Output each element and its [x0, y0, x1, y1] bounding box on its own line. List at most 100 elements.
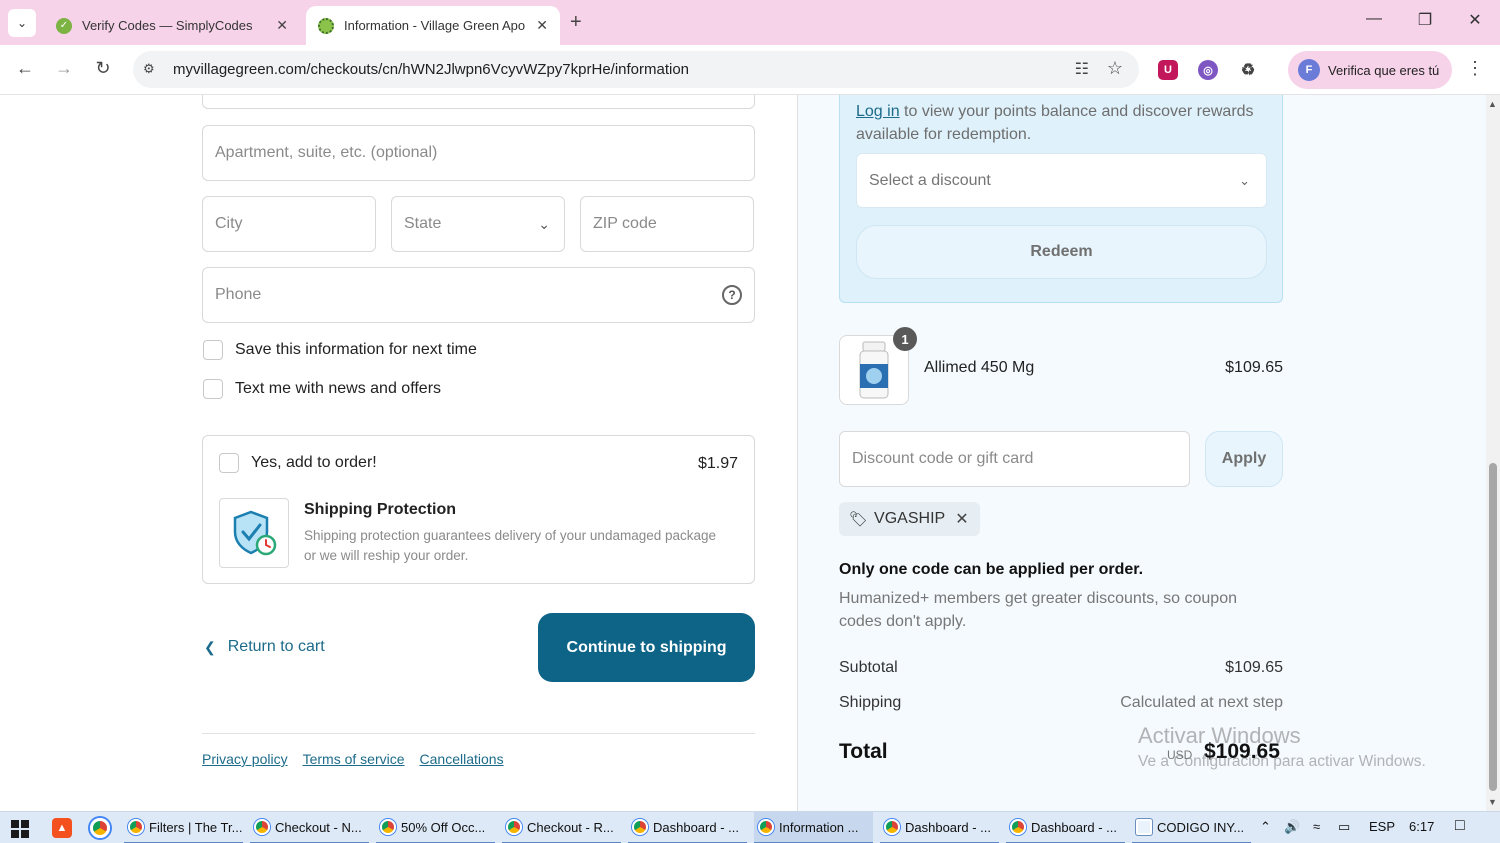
wifi-icon[interactable]: ≈: [1313, 819, 1320, 834]
restore-icon[interactable]: ❐: [1413, 10, 1437, 30]
browser-tab-information[interactable]: Information - Village Green Apo ✕: [306, 6, 560, 45]
extensions-puzzle-icon[interactable]: ♻: [1238, 60, 1258, 80]
chrome-icon: [632, 819, 648, 835]
chevron-down-icon: ⌄: [538, 215, 550, 232]
save-info-checkbox[interactable]: [203, 340, 223, 360]
taskbar-item[interactable]: Dashboard - ...: [880, 812, 999, 843]
add-protection-checkbox[interactable]: [219, 453, 239, 473]
checkout-page: Apartment, suite, etc. (optional) City S…: [0, 95, 1486, 811]
tray-chevron-up-icon[interactable]: ⌃: [1260, 819, 1271, 835]
taskbar-item[interactable]: Filters | The Tr...: [124, 812, 243, 843]
apartment-field[interactable]: Apartment, suite, etc. (optional): [202, 125, 755, 181]
windows-activation-watermark-text: Ve a Configuración para activar Windows.: [1138, 753, 1426, 770]
tab-close-icon[interactable]: ✕: [536, 17, 548, 34]
address-bar[interactable]: ⚙ myvillagegreen.com/checkouts/cn/hWN2Jl…: [133, 51, 1139, 88]
shield-check-icon: [233, 510, 277, 556]
redeem-button[interactable]: Redeem: [856, 225, 1267, 279]
site-settings-icon[interactable]: ⚙: [143, 61, 155, 77]
windows-start-icon[interactable]: [11, 820, 29, 838]
subtotal-value: $109.65: [1225, 659, 1283, 676]
return-to-cart-label: Return to cart: [227, 638, 325, 655]
language-indicator[interactable]: ESP: [1369, 819, 1395, 834]
quantity-badge: 1: [893, 327, 917, 351]
url-text[interactable]: myvillagegreen.com/checkouts/cn/hWN2Jlwp…: [173, 61, 689, 78]
state-select[interactable]: State ⌄: [391, 196, 565, 252]
subtotal-label: Subtotal: [839, 659, 898, 676]
battery-icon[interactable]: ▭: [1338, 819, 1350, 835]
forward-arrow-icon[interactable]: →: [52, 58, 76, 79]
taskbar-item[interactable]: 50% Off Occ...: [376, 812, 495, 843]
applied-code: VGASHIP: [874, 510, 946, 527]
browser-tab-simplycodes[interactable]: ✓ Verify Codes — SimplyCodes ✕: [44, 6, 300, 45]
login-link[interactable]: Log in: [856, 103, 900, 120]
avatar: F: [1298, 59, 1320, 81]
state-placeholder: State: [404, 215, 442, 232]
taskbar-item[interactable]: Checkout - N...: [250, 812, 369, 843]
discount-select[interactable]: Select a discount ⌄: [856, 153, 1267, 208]
city-field[interactable]: City: [202, 196, 376, 252]
page-scrollbar[interactable]: ▲ ▼: [1486, 95, 1500, 811]
cancellations-link[interactable]: Cancellations: [420, 751, 504, 767]
chrome-icon: [1010, 819, 1026, 835]
text-me-checkbox[interactable]: [203, 379, 223, 399]
taskbar-item[interactable]: Dashboard - ...: [1006, 812, 1125, 843]
minimize-icon[interactable]: —: [1362, 10, 1386, 28]
footer-divider: [202, 733, 755, 734]
scrollbar-thumb[interactable]: [1489, 463, 1497, 791]
bookmark-star-icon[interactable]: ☆: [1107, 58, 1123, 79]
discount-select-placeholder: Select a discount: [869, 171, 991, 189]
ai-extension-icon[interactable]: ◎: [1198, 60, 1218, 80]
tag-icon: 🏷: [849, 511, 869, 528]
scroll-up-arrow-icon[interactable]: ▲: [1488, 99, 1497, 109]
taskbar-item-active[interactable]: Information ...: [754, 812, 873, 843]
chrome-icon: [884, 819, 900, 835]
chrome-icon[interactable]: [90, 818, 110, 838]
add-protection-row[interactable]: Yes, add to order!: [219, 453, 377, 473]
terms-of-service-link[interactable]: Terms of service: [303, 751, 405, 767]
zip-field[interactable]: ZIP code: [580, 196, 754, 252]
tab-close-icon[interactable]: ✕: [276, 17, 288, 34]
zip-placeholder: ZIP code: [593, 215, 657, 232]
sun-logo-icon: [318, 17, 334, 34]
scroll-down-arrow-icon[interactable]: ▼: [1488, 797, 1497, 807]
text-me-checkbox-row[interactable]: Text me with news and offers: [203, 379, 441, 399]
back-arrow-icon[interactable]: ←: [13, 58, 37, 79]
taskbar-item-label: Dashboard - ...: [1031, 819, 1117, 835]
discount-placeholder: Discount code or gift card: [852, 450, 1034, 467]
continue-to-shipping-button[interactable]: Continue to shipping: [538, 613, 755, 682]
address-field[interactable]: [202, 95, 755, 109]
speaker-icon[interactable]: 🔊: [1284, 819, 1300, 835]
rewards-message: Log in to view your points balance and d…: [856, 100, 1256, 146]
browser-menu-icon[interactable]: ⋮: [1466, 58, 1484, 79]
taskbar-item[interactable]: CODIGO INY...: [1132, 812, 1251, 843]
reload-icon[interactable]: ↻: [91, 58, 115, 79]
window-close-icon[interactable]: ✕: [1463, 10, 1487, 30]
taskbar-item-label: Information ...: [779, 819, 859, 835]
close-icon[interactable]: ✕: [955, 509, 968, 529]
taskbar-item-label: Dashboard - ...: [905, 819, 991, 835]
new-tab-plus-icon[interactable]: +: [570, 11, 582, 34]
tab-search-chevron-icon[interactable]: ⌄: [8, 9, 36, 37]
phone-field[interactable]: Phone ?: [202, 267, 755, 323]
notifications-icon[interactable]: □: [1455, 817, 1465, 835]
shield-extension-icon[interactable]: U: [1158, 60, 1178, 80]
return-to-cart-link[interactable]: ❮ Return to cart: [204, 638, 325, 656]
brave-browser-icon[interactable]: ▲: [52, 818, 72, 838]
translate-icon[interactable]: ☷: [1075, 59, 1089, 79]
shipping-protection-image: [219, 498, 289, 568]
apply-button[interactable]: Apply: [1205, 431, 1283, 487]
profile-button[interactable]: F Verifica que eres tú: [1288, 51, 1452, 89]
discount-code-input[interactable]: Discount code or gift card: [839, 431, 1190, 487]
profile-label: Verifica que eres tú: [1328, 62, 1440, 78]
city-placeholder: City: [215, 215, 243, 232]
question-circle-icon[interactable]: ?: [722, 285, 742, 305]
taskbar-item[interactable]: Checkout - R...: [502, 812, 621, 843]
rewards-panel: Log in to view your points balance and d…: [839, 95, 1283, 303]
clock[interactable]: 6:17: [1409, 819, 1434, 834]
windows-taskbar: ▲ Filters | The Tr... Checkout - N... 50…: [0, 811, 1500, 843]
save-info-checkbox-row[interactable]: Save this information for next time: [203, 340, 477, 360]
taskbar-item[interactable]: Dashboard - ...: [628, 812, 747, 843]
shipping-value: Calculated at next step: [1120, 694, 1283, 711]
chrome-icon: [380, 819, 396, 835]
privacy-policy-link[interactable]: Privacy policy: [202, 751, 288, 767]
